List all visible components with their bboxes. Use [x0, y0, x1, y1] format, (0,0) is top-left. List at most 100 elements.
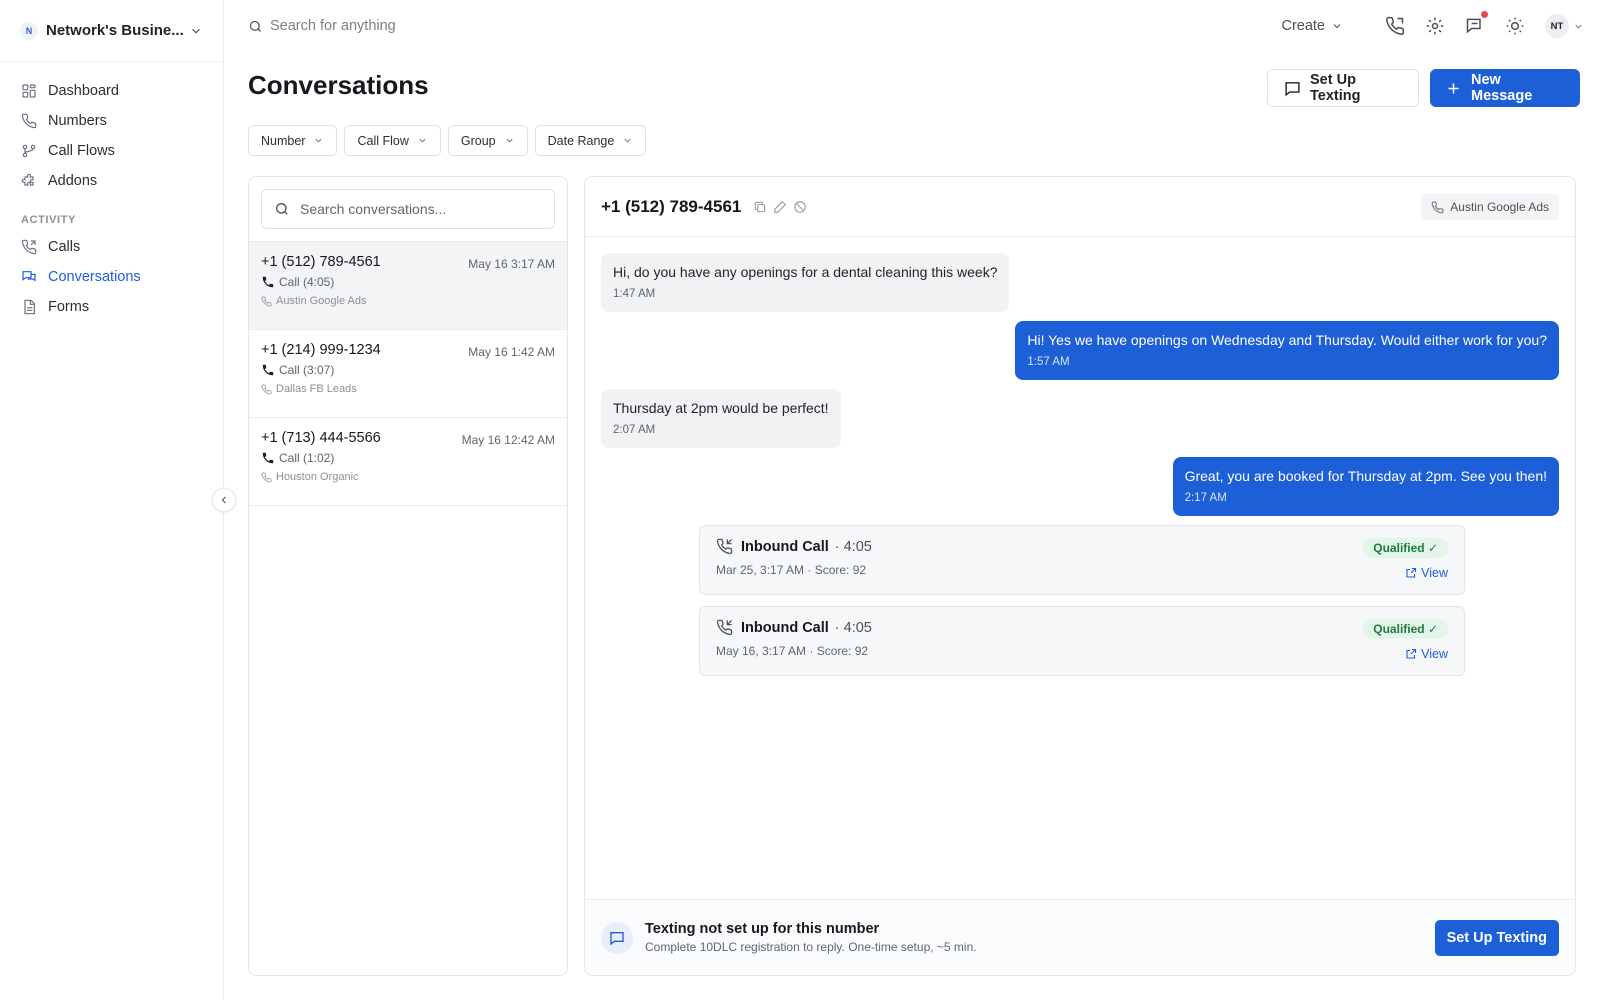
- search-icon: [248, 19, 263, 34]
- filter-label: Group: [460, 133, 496, 148]
- dashboard-icon: [21, 83, 37, 99]
- message-time: 1:47 AM: [613, 288, 656, 300]
- message-square-icon: [601, 921, 633, 954]
- list-item[interactable]: +1 (512) 789-4561 May 16 3:17 AM Call (4…: [249, 241, 567, 329]
- chat-icon[interactable]: [1465, 11, 1488, 36]
- source-label: Houston Organic: [276, 471, 359, 483]
- sidebar-item-calls[interactable]: Calls: [0, 232, 223, 262]
- external-link-icon: [1405, 567, 1421, 579]
- notification-dot: [1481, 11, 1488, 18]
- thread-phone: +1 (512) 789-4561: [601, 196, 742, 216]
- phone-icon: [261, 471, 276, 483]
- filter-call-flow[interactable]: Call Flow: [344, 125, 441, 156]
- avatar[interactable]: NT: [1545, 14, 1569, 38]
- filter-date-range[interactable]: Date Range: [534, 125, 647, 156]
- sidebar-item-addons[interactable]: Addons: [0, 166, 223, 196]
- list-item[interactable]: +1 (214) 999-1234 May 16 1:42 AM Call (3…: [249, 329, 567, 417]
- gear-icon[interactable]: [1425, 16, 1445, 36]
- filter-label: Call Flow: [357, 133, 409, 148]
- call-meta: Mar 25, 3:17 AM · Score: 92: [716, 563, 867, 577]
- sidebar-item-label: Calls: [48, 239, 81, 255]
- filter-number[interactable]: Number: [248, 125, 338, 156]
- forms-icon: [21, 299, 37, 315]
- chevron-down-icon: [189, 24, 203, 38]
- conversation-search-input[interactable]: [300, 201, 530, 217]
- sidebar-item-label: Conversations: [48, 269, 141, 285]
- sidebar-item-label: Forms: [48, 299, 90, 315]
- call-duration: · 4:05: [834, 538, 872, 555]
- setup-texting-button[interactable]: Set Up Texting: [1267, 69, 1419, 107]
- phone-icon: [261, 295, 276, 307]
- block-icon[interactable]: [793, 200, 807, 214]
- collapse-sidebar-button[interactable]: [212, 488, 236, 512]
- chevron-down-icon: [305, 135, 324, 146]
- top-bar: Create NT: [224, 0, 1600, 52]
- sidebar-item-conversations[interactable]: Conversations: [0, 262, 223, 292]
- conversation-source: Dallas FB Leads: [261, 383, 555, 395]
- source-label: Austin Google Ads: [276, 295, 367, 307]
- banner-text: Texting not set up for this number Compl…: [645, 921, 977, 954]
- call-card: Inbound Call · 4:05 May 16, 3:17 AM · Sc…: [699, 606, 1465, 676]
- sidebar: N Network's Busine... Dashboard Numbers …: [0, 0, 224, 1000]
- divider: [249, 505, 567, 506]
- banner-title: Texting not set up for this number: [645, 921, 880, 937]
- chevron-down-icon: [614, 135, 633, 146]
- call-flow-icon: [21, 143, 37, 159]
- chevron-down-icon: [409, 135, 428, 146]
- puzzle-icon: [21, 173, 37, 189]
- phone-icon: [21, 113, 37, 129]
- sidebar-item-label: Numbers: [48, 113, 107, 129]
- call-title: Inbound Call: [741, 619, 829, 636]
- message-text: Thursday at 2pm would be perfect!: [613, 400, 829, 416]
- conversation-date: May 16 1:42 AM: [468, 345, 555, 359]
- new-message-button[interactable]: New Message: [1430, 69, 1580, 107]
- search-icon: [274, 201, 290, 217]
- message-bubble-inbound: Thursday at 2pm would be perfect! 2:07 A…: [601, 389, 841, 448]
- texting-setup-banner: Texting not set up for this number Compl…: [585, 899, 1575, 975]
- list-item[interactable]: +1 (713) 444-5566 May 16 12:42 AM Call (…: [249, 417, 567, 505]
- create-label: Create: [1281, 18, 1325, 34]
- call-title: Inbound Call: [741, 538, 829, 555]
- conversation-list: +1 (512) 789-4561 May 16 3:17 AM Call (4…: [248, 176, 568, 976]
- phone-icon: [261, 275, 275, 289]
- setup-texting-banner-button[interactable]: Set Up Texting: [1434, 920, 1559, 956]
- filter-label: Date Range: [547, 133, 615, 148]
- copy-icon[interactable]: [753, 200, 767, 214]
- workspace-switcher[interactable]: N Network's Busine...: [0, 0, 223, 62]
- message-bubble-outbound: Hi! Yes we have openings on Wednesday an…: [1015, 321, 1559, 380]
- view-call-link[interactable]: View: [1405, 647, 1448, 661]
- call-summary: Call (1:02): [279, 451, 335, 465]
- phone-icon: [261, 363, 275, 377]
- sun-icon[interactable]: [1505, 16, 1525, 36]
- sidebar-item-numbers[interactable]: Numbers: [0, 106, 223, 136]
- message-text: Hi! Yes we have openings on Wednesday an…: [1027, 332, 1547, 348]
- edit-icon[interactable]: [773, 200, 787, 214]
- sidebar-item-forms[interactable]: Forms: [0, 292, 223, 322]
- call-card-header: Inbound Call · 4:05: [716, 538, 1448, 555]
- conversation-search: [261, 189, 555, 229]
- message-time: 2:07 AM: [613, 424, 656, 436]
- chevron-down-icon[interactable]: [1573, 21, 1584, 32]
- sidebar-item-call-flows[interactable]: Call Flows: [0, 136, 223, 166]
- global-search: [248, 18, 570, 34]
- message-text: Hi, do you have any openings for a denta…: [613, 264, 998, 280]
- create-button[interactable]: Create: [1281, 18, 1343, 34]
- call-summary: Call (3:07): [279, 363, 335, 377]
- message-bubble-inbound: Hi, do you have any openings for a denta…: [601, 253, 1010, 312]
- chat-icon: [21, 269, 37, 285]
- activity-section-title: ACTIVITY: [21, 214, 76, 226]
- phone-icon[interactable]: [1385, 16, 1405, 36]
- call-card-header: Inbound Call · 4:05: [716, 619, 1448, 636]
- call-summary: Call (4:05): [279, 275, 335, 289]
- sidebar-item-label: Dashboard: [48, 83, 119, 99]
- view-link-label: View: [1421, 647, 1448, 661]
- source-label: Austin Google Ads: [1450, 200, 1549, 214]
- call-meta: May 16, 3:17 AM · Score: 92: [716, 644, 869, 658]
- message-time: 2:17 AM: [1184, 492, 1227, 504]
- conversation-call: Call (3:07): [261, 363, 555, 377]
- view-call-link[interactable]: View: [1405, 566, 1448, 580]
- inbound-call-icon: [716, 538, 741, 555]
- global-search-input[interactable]: [270, 18, 570, 34]
- sidebar-item-dashboard[interactable]: Dashboard: [0, 76, 223, 106]
- filter-group[interactable]: Group: [447, 125, 528, 156]
